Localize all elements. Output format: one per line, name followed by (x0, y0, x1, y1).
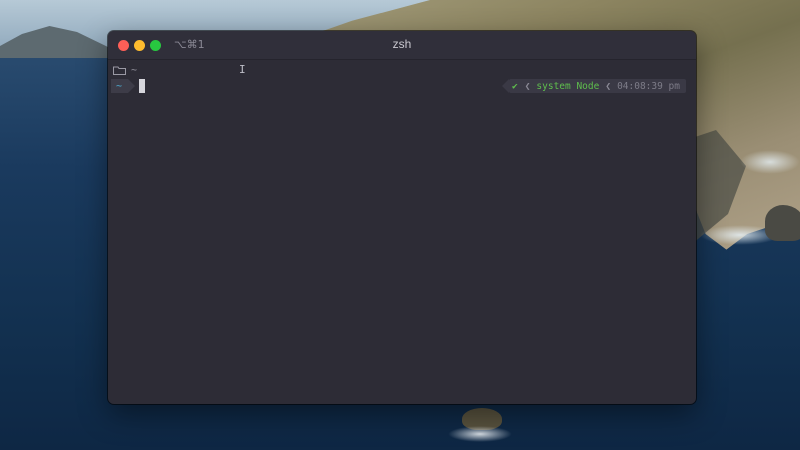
right-prompt: ✔ ❮ system Node ❮ 04:08:39 pm (501, 79, 686, 93)
prompt-arrow-icon (128, 79, 136, 93)
window-title: zsh (392, 37, 412, 51)
text-beam-cursor-icon: 𝙸 (239, 63, 246, 76)
title-bar[interactable]: ⌥⌘1 zsh (108, 31, 696, 60)
folder-icon (113, 66, 126, 75)
cwd-text: ~ (131, 64, 138, 76)
node-version-label: system Node (536, 80, 600, 92)
wallpaper-rock (765, 205, 800, 241)
terminal-input-cursor[interactable] (139, 79, 145, 93)
cwd-line: ~ (113, 63, 137, 77)
wallpaper-foam (448, 426, 512, 442)
right-prompt-arrow-icon (501, 79, 509, 93)
status-check-icon: ✔ (511, 80, 518, 92)
terminal-content[interactable]: ~ 𝙸 ~ ✔ ❮ system Node ❮ 04:08:39 pm (108, 59, 696, 404)
separator-icon: ❮ (605, 80, 612, 92)
wallpaper-foam (740, 150, 800, 174)
prompt-dir-text: ~ (111, 79, 129, 93)
terminal-window[interactable]: ⌥⌘1 zsh ~ 𝙸 ~ ✔ ❮ system Node ❮ 04:08:39… (108, 31, 696, 404)
prompt-directory-segment: ~ (111, 79, 136, 93)
prompt-time: 04:08:39 pm (617, 80, 680, 92)
separator-icon: ❮ (524, 80, 531, 92)
